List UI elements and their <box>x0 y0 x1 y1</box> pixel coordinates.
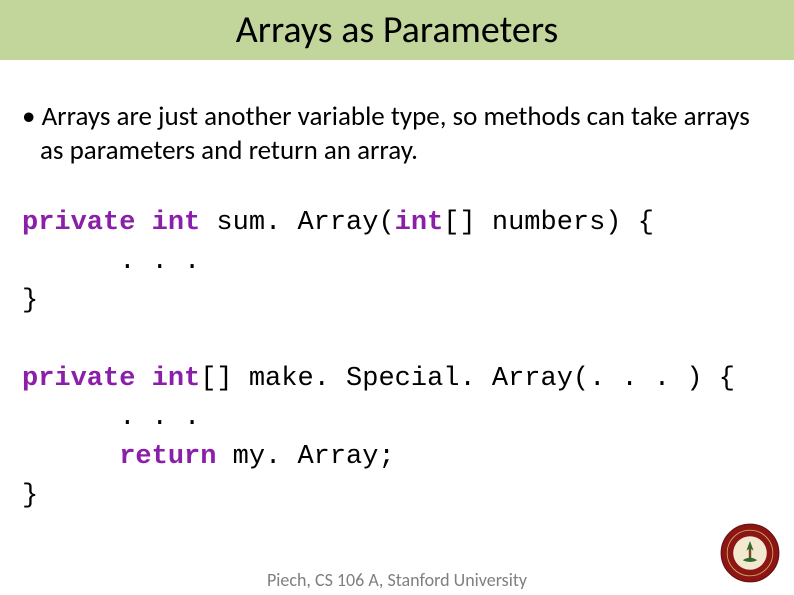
keyword-int: int <box>152 208 201 238</box>
stanford-seal-icon <box>720 523 780 583</box>
code-text: sum. Array( <box>200 208 394 238</box>
code-close: } <box>22 481 38 511</box>
code-text: my. Array; <box>216 442 394 472</box>
footer-text: Piech, CS 106 A, Stanford University <box>0 569 794 591</box>
slide-body: Arrays are just another variable type, s… <box>22 100 772 517</box>
keyword-private: private <box>22 208 135 238</box>
code-ellipsis: . . . <box>22 247 200 277</box>
slide-title: Arrays as Parameters <box>236 7 559 53</box>
code-close: } <box>22 286 38 316</box>
keyword-int: int <box>152 364 201 394</box>
title-bar: Arrays as Parameters <box>0 0 794 60</box>
code-block-1: private int sum. Array(int[] numbers) { … <box>22 204 772 517</box>
bullet-1: Arrays are just another variable type, s… <box>22 100 772 168</box>
code-text: [] numbers) { <box>443 208 654 238</box>
code-text: [] make. Special. Array(. . . ) { <box>200 364 735 394</box>
keyword-private: private <box>22 364 135 394</box>
keyword-int: int <box>395 208 444 238</box>
keyword-return: return <box>119 442 216 472</box>
code-ellipsis: . . . <box>22 403 200 433</box>
